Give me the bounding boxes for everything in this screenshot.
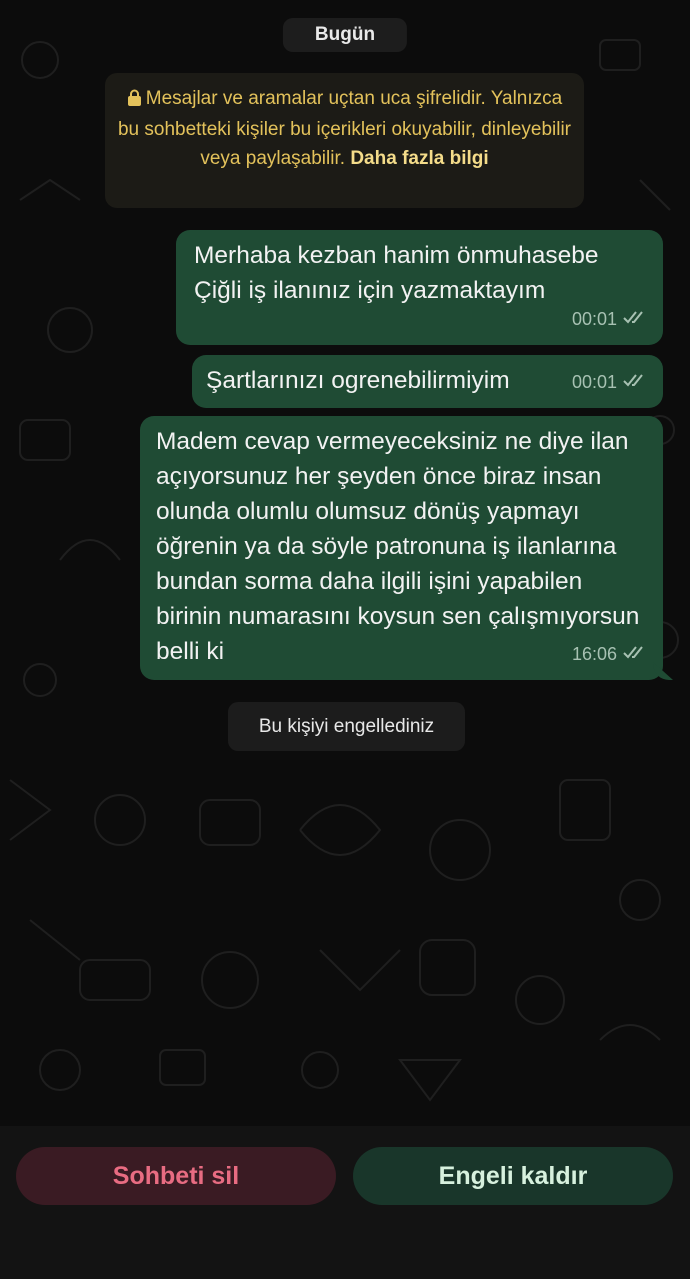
message-time: 00:01: [571, 309, 617, 329]
message-text: Madem cevap vermeyeceksiniz ne diye ilan…: [156, 428, 640, 665]
encryption-notice[interactable]: Mesajlar ve aramalar uçtan uca şifrelidi…: [105, 73, 584, 208]
message-text: Merhaba kezban hanim önmuhasebe Çiğli iş…: [194, 242, 599, 304]
date-separator: Bugün: [282, 18, 408, 52]
learn-more-link[interactable]: Daha fazla bilgi: [350, 148, 488, 169]
message-meta: 00:01: [572, 302, 649, 337]
chat-area[interactable]: Bugün Mesajlar ve aramalar uçtan uca şif…: [0, 0, 690, 1126]
delete-chat-button[interactable]: Sohbeti sil: [16, 1147, 336, 1205]
lock-icon: [127, 86, 142, 115]
message-meta: 00:01: [572, 365, 649, 400]
outgoing-message[interactable]: Madem cevap vermeyeceksiniz ne diye ilan…: [140, 416, 673, 680]
read-ticks-icon: [623, 302, 649, 337]
message-text: Şartlarınızı ogrenebilirmiyim: [206, 367, 510, 394]
message-meta: 16:06: [572, 637, 649, 672]
message-time: 00:01: [571, 372, 617, 392]
unblock-button[interactable]: Engeli kaldır: [353, 1147, 673, 1205]
read-ticks-icon: [623, 637, 649, 672]
outgoing-message[interactable]: Merhaba kezban hanim önmuhasebe Çiğli iş…: [176, 230, 663, 345]
encryption-notice-text: Mesajlar ve aramalar uçtan uca şifrelidi…: [117, 88, 572, 169]
blocked-system-message: Bu kişiyi engellediniz: [228, 702, 465, 751]
bottom-action-bar: Sohbeti sil Engeli kaldır: [0, 1126, 690, 1279]
message-time: 16:06: [571, 644, 617, 664]
read-ticks-icon: [623, 365, 649, 400]
outgoing-message[interactable]: Şartlarınızı ogrenebilirmiyim 00:01: [192, 355, 663, 408]
